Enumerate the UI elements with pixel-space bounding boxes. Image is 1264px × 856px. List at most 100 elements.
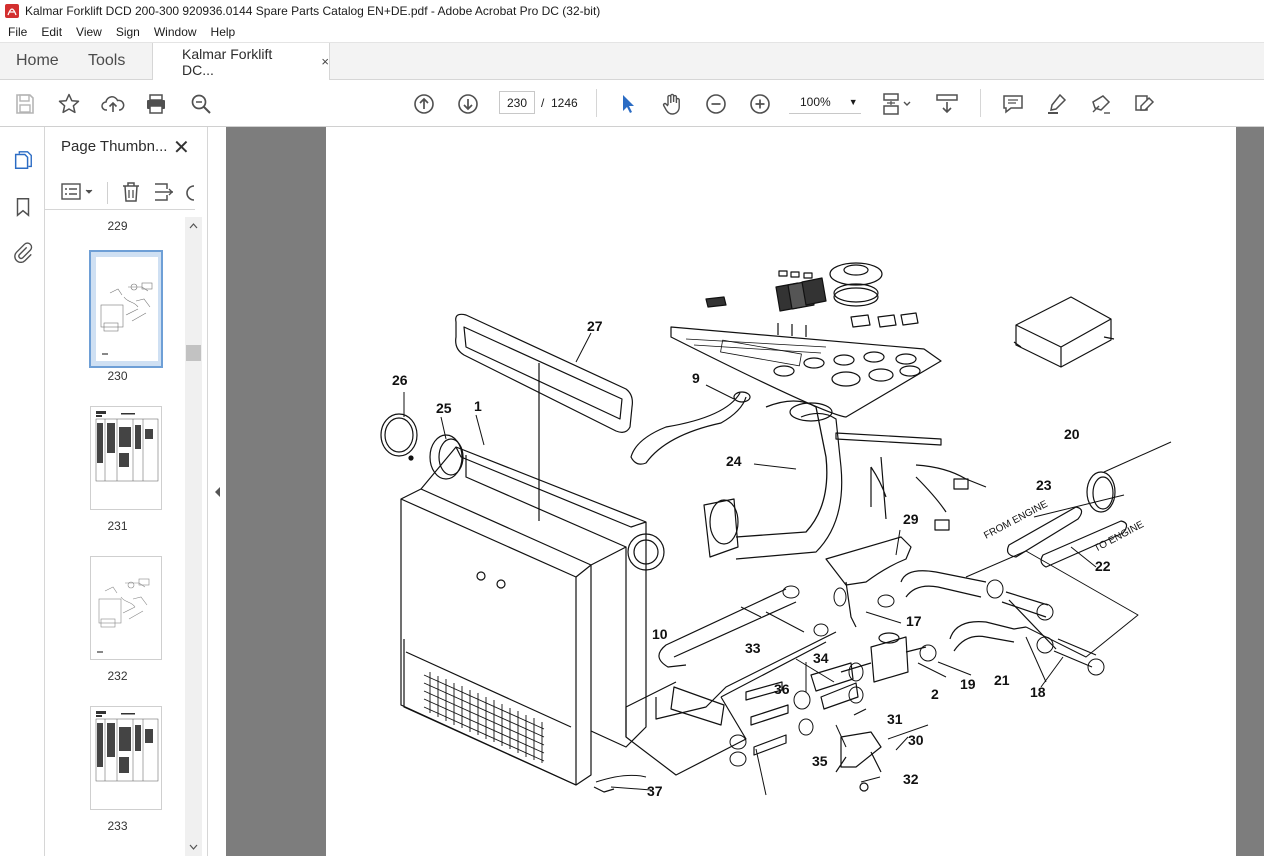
callout-33: 33	[745, 640, 761, 656]
callout-30: 30	[908, 732, 924, 748]
callout-20: 20	[1064, 426, 1080, 442]
chevron-down-icon: ▼	[848, 97, 858, 107]
callout-24: 24	[726, 453, 742, 469]
callout-35: 35	[812, 753, 828, 769]
page-view-icon[interactable]	[880, 91, 914, 117]
thumbnail-list: 229 230 231 232 233	[45, 211, 190, 856]
menu-sign[interactable]: Sign	[109, 25, 147, 39]
scroll-up-icon[interactable]	[189, 223, 198, 229]
thumbnail-label: 233	[107, 819, 128, 833]
scroll-down-icon[interactable]	[189, 844, 198, 850]
document-viewer[interactable]: 1 2 9 10 17 18 19 20 21 22 23 24 25 26 2…	[226, 127, 1264, 856]
thumbnail-image	[97, 578, 150, 653]
menu-window[interactable]: Window	[147, 25, 204, 39]
panel-close-icon[interactable]: ✕	[173, 135, 190, 160]
hand-icon[interactable]	[659, 91, 685, 117]
insert-page-icon[interactable]	[153, 181, 175, 203]
zoom-value: 100%	[800, 95, 831, 109]
highlight-icon[interactable]	[1044, 91, 1070, 117]
callout-23: 23	[1036, 477, 1052, 493]
callout-34: 34	[813, 650, 829, 666]
thumbnail-scrollbar[interactable]	[185, 217, 202, 856]
callout-26: 26	[392, 372, 408, 388]
title-bar: Kalmar Forklift DCD 200-300 920936.0144 …	[0, 0, 1264, 22]
edit-icon[interactable]	[1132, 91, 1158, 117]
zoom-search-icon[interactable]	[188, 91, 214, 117]
select-arrow-icon[interactable]	[615, 91, 641, 117]
comment-icon[interactable]	[1000, 91, 1026, 117]
callout-22: 22	[1095, 558, 1111, 574]
menu-bar: File Edit View Sign Window Help	[0, 22, 1264, 43]
tab-tools[interactable]: Tools	[70, 43, 152, 79]
tab-document-label: Kalmar Forklift DC...	[182, 45, 273, 78]
thumbnail-page[interactable]	[90, 556, 162, 660]
tab-home[interactable]: Home	[0, 43, 70, 79]
toolbar	[0, 80, 1264, 127]
window-title: Kalmar Forklift DCD 200-300 920936.0144 …	[25, 4, 601, 18]
thumbnail-label: 230	[107, 369, 128, 383]
thumbnail-image	[95, 411, 159, 482]
pdf-page: 1 2 9 10 17 18 19 20 21 22 23 24 25 26 2…	[326, 127, 1236, 856]
print-icon[interactable]	[143, 91, 169, 117]
callout-31: 31	[887, 711, 903, 727]
save-icon[interactable]	[12, 91, 38, 117]
callout-29: 29	[903, 511, 919, 527]
left-rail	[0, 127, 45, 856]
page-down-icon[interactable]	[455, 91, 481, 117]
menu-file[interactable]: File	[0, 25, 34, 39]
page-total: 1246	[551, 96, 578, 110]
tab-close-icon[interactable]: ×	[321, 54, 329, 69]
thumbnail-label: 231	[107, 519, 128, 533]
acrobat-app-icon	[5, 4, 19, 18]
thumbnail-page[interactable]	[90, 251, 162, 367]
callout-21: 21	[994, 672, 1010, 688]
zoom-in-icon[interactable]	[747, 91, 773, 117]
tab-document[interactable]: Kalmar Forklift DC... ×	[152, 43, 330, 80]
callout-27: 27	[587, 318, 603, 334]
tab-bar: Home Tools Kalmar Forklift DC... ×	[0, 43, 1264, 80]
options-menu-icon[interactable]	[61, 182, 95, 202]
delete-icon[interactable]	[121, 181, 141, 203]
from-engine-label: FROM ENGINE	[982, 499, 1050, 542]
toolbar-divider	[596, 89, 597, 117]
thumbnail-page[interactable]	[90, 406, 162, 510]
callout-32: 32	[903, 771, 919, 787]
upload-icon[interactable]	[100, 91, 126, 117]
callout-9: 9	[692, 370, 700, 386]
page-number-input[interactable]: 230	[499, 91, 535, 114]
menu-view[interactable]: View	[69, 25, 109, 39]
to-engine-label: TO ENGINE	[1092, 519, 1146, 555]
callout-37: 37	[647, 783, 663, 799]
panel-collapse-gutter[interactable]	[207, 127, 226, 856]
scroll-mode-icon[interactable]	[934, 91, 960, 117]
rotate-icon[interactable]	[185, 181, 195, 203]
callout-17: 17	[906, 613, 922, 629]
panel-toolbar-divider	[107, 182, 108, 204]
thumbnail-page[interactable]	[90, 706, 162, 810]
exploded-parts-diagram: 1 2 9 10 17 18 19 20 21 22 23 24 25 26 2…	[380, 262, 1172, 799]
page-separator: /	[541, 96, 545, 110]
toolbar-divider	[980, 89, 981, 117]
page-thumbnails-icon[interactable]	[10, 147, 36, 173]
menu-help[interactable]: Help	[204, 25, 243, 39]
callout-1: 1	[474, 398, 482, 414]
thumbnails-panel: Page Thumbn... ✕ 229 230 231 232 233	[45, 127, 207, 856]
thumbnail-image	[96, 257, 158, 361]
callout-36: 36	[774, 681, 790, 697]
bookmark-icon[interactable]	[10, 194, 36, 220]
callout-2: 2	[931, 686, 939, 702]
attachment-icon[interactable]	[10, 239, 36, 265]
scrollbar-thumb[interactable]	[186, 345, 201, 361]
zoom-out-icon[interactable]	[703, 91, 729, 117]
page-up-icon[interactable]	[411, 91, 437, 117]
callout-19: 19	[960, 676, 976, 692]
bookmark-star-icon[interactable]	[56, 91, 82, 117]
callout-10: 10	[652, 626, 668, 642]
zoom-select[interactable]: 100% ▼	[789, 91, 861, 114]
panel-toolbar	[45, 174, 195, 210]
collapse-arrow-icon[interactable]	[214, 486, 221, 498]
menu-edit[interactable]: Edit	[34, 25, 69, 39]
thumbnail-image	[95, 711, 159, 782]
sign-icon[interactable]	[1088, 91, 1114, 117]
thumbnail-label: 232	[107, 669, 128, 683]
